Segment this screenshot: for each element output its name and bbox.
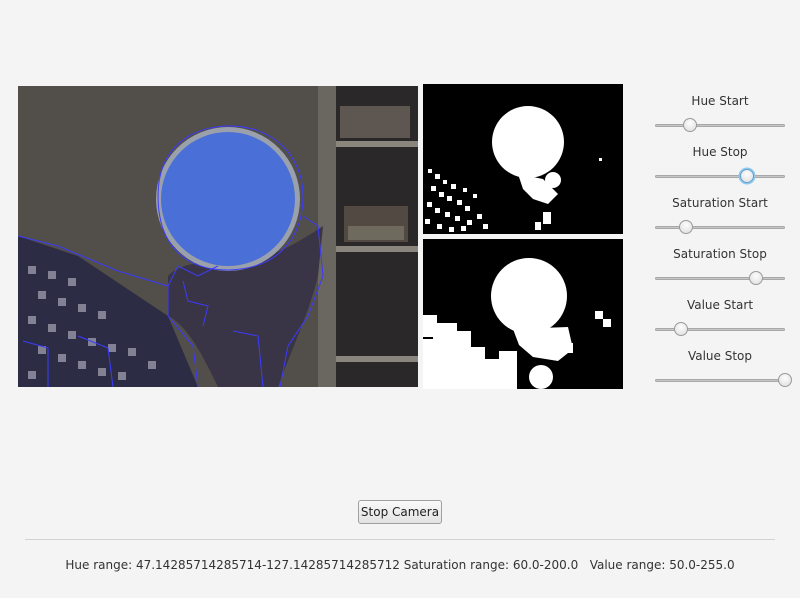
hue-stop-track[interactable] — [655, 175, 785, 178]
status-line: Hue range: 47.14285714285714-127.1428571… — [0, 558, 800, 572]
value-stop-label: Value Stop — [687, 349, 753, 363]
value-start-slider[interactable]: Value Start — [650, 294, 790, 345]
hue-start-slider[interactable]: Hue Start — [650, 90, 790, 141]
saturation-start-thumb[interactable] — [679, 220, 694, 234]
camera-feed-image — [18, 86, 418, 387]
value-start-thumb[interactable] — [674, 322, 688, 336]
processed-mask-image — [423, 239, 623, 389]
value-range-text: Value range: 50.0-255.0 — [589, 558, 735, 572]
hue-stop-slider[interactable]: Hue Stop — [650, 141, 790, 192]
saturation-stop-slider[interactable]: Saturation Stop — [650, 243, 790, 294]
camera-feed-view — [18, 86, 418, 387]
threshold-mask-image — [423, 84, 623, 234]
hue-start-label: Hue Start — [691, 94, 749, 108]
processed-mask-view — [423, 239, 623, 389]
threshold-mask-view — [423, 84, 623, 234]
saturation-start-track[interactable] — [655, 226, 785, 229]
separator — [25, 539, 775, 540]
stop-camera-button[interactable]: Stop Camera — [358, 500, 442, 524]
value-stop-slider[interactable]: Value Stop — [650, 345, 792, 396]
hue-stop-thumb[interactable] — [740, 169, 755, 183]
saturation-stop-label: Saturation Stop — [673, 247, 767, 261]
saturation-start-slider[interactable]: Saturation Start — [650, 192, 790, 243]
value-start-label: Value Start — [686, 298, 754, 312]
saturation-stop-track[interactable] — [655, 277, 785, 280]
saturation-stop-thumb[interactable] — [749, 271, 764, 285]
value-stop-thumb[interactable] — [778, 373, 792, 387]
hue-start-track[interactable] — [655, 124, 785, 127]
hue-start-thumb[interactable] — [683, 118, 698, 132]
saturation-range-text: Saturation range: 60.0-200.0 — [403, 558, 579, 572]
hue-range-text: Hue range: 47.14285714285714-127.1428571… — [65, 558, 400, 572]
value-stop-track[interactable] — [655, 379, 785, 382]
saturation-start-label: Saturation Start — [672, 196, 768, 210]
hue-stop-label: Hue Stop — [692, 145, 748, 159]
